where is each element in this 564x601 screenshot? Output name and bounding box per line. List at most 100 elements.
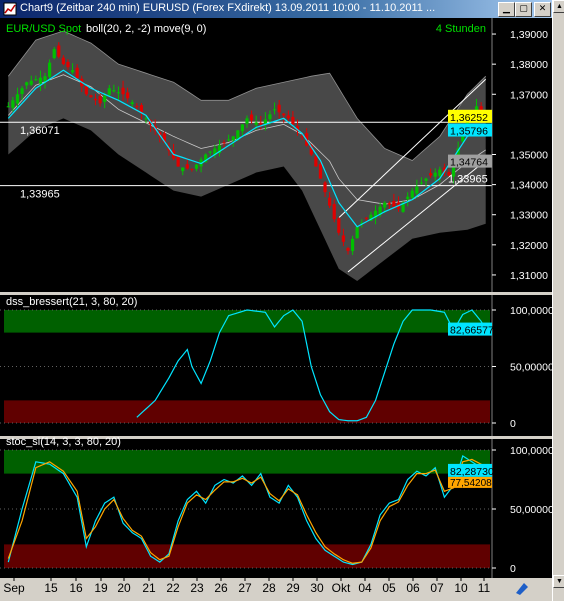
x-axis-bar: Sep 15 16 19 20 21 22 23 26 27 28 29 30 Okt 04 05 06 07 10… <box>0 578 552 596</box>
candle-body <box>43 76 47 82</box>
candle-body <box>15 94 20 104</box>
candle-body <box>323 182 327 193</box>
dss-overbought-zone <box>4 310 490 333</box>
chart-canvas[interactable]: EUR/USD Spot boll(20, 2, -2) move(9, 0) 4 … <box>0 18 560 578</box>
candle-body <box>346 248 350 251</box>
price-tag-last: 1,36252 <box>450 112 488 124</box>
y-tick-label: 1,34000 <box>510 180 548 192</box>
x-tick-label: 23 <box>190 581 204 595</box>
stoc-label: stoc_sl(14, 3, 3, 80, 20) <box>6 436 121 448</box>
candle-body <box>328 197 332 206</box>
candle-body <box>383 202 387 208</box>
candle-body <box>61 57 65 65</box>
dss-y-tick-label: 50,00000 <box>510 362 552 374</box>
candle-body <box>332 204 336 220</box>
scroll-up-icon[interactable]: ▲ <box>553 0 564 13</box>
candle-body <box>415 186 419 194</box>
candle-body <box>314 156 318 167</box>
candle-body <box>277 104 281 113</box>
candle-body <box>387 203 391 205</box>
candle-body <box>286 115 290 119</box>
candle-body <box>57 45 61 57</box>
dss-value-tag: 82,66577 <box>450 325 494 337</box>
candle-body <box>424 178 428 181</box>
title-bar[interactable]: Chart9 (Zeitbar 240 min) EURUSD (Forex F… <box>0 0 552 18</box>
candle-body <box>48 62 52 77</box>
x-tick-label: 05 <box>382 581 396 595</box>
candle-body <box>419 182 424 184</box>
indicator-label: boll(20, 2, -2) move(9, 0) <box>86 23 206 35</box>
candle-body <box>282 113 286 116</box>
stoc-d-value-tag: 77,54208 <box>450 478 492 489</box>
close-icon[interactable]: ✕ <box>534 2 551 17</box>
candle-body <box>300 136 304 138</box>
x-tick-label: 15 <box>44 581 58 595</box>
stoc-oversold-zone <box>4 544 490 568</box>
candle-body <box>355 226 359 239</box>
maximize-icon[interactable]: ▢ <box>515 2 532 17</box>
y-tick-label: 1,33000 <box>510 210 548 222</box>
bottom-strip <box>0 596 552 601</box>
y-tick-label: 1,37000 <box>510 89 548 101</box>
h-line-2-value: 1,33965 <box>20 189 60 201</box>
x-tick-label: Okt <box>332 581 351 595</box>
y-tick-label: 1,35000 <box>510 149 548 161</box>
x-tick-label: 22 <box>166 581 180 595</box>
candle-body <box>135 106 139 108</box>
candle-body <box>112 90 116 92</box>
stoc-overbought-zone <box>4 450 490 474</box>
panel-separator-1 <box>0 292 552 295</box>
candle-body <box>341 235 345 242</box>
candle-body <box>227 139 231 141</box>
candle-body <box>392 201 396 207</box>
candle-body <box>130 102 134 105</box>
y-tick-label: 1,38000 <box>510 59 548 71</box>
minimize-icon[interactable]: ▁ <box>498 2 515 17</box>
candle-body <box>29 80 33 85</box>
x-tick-label: 06 <box>406 581 420 595</box>
candle-body <box>176 156 180 167</box>
price-tag-ma: 1,35796 <box>450 126 488 138</box>
candle-body <box>364 217 368 219</box>
candle-body <box>259 122 263 125</box>
x-tick-label: 29 <box>286 581 300 595</box>
x-tick-label: 21 <box>142 581 156 595</box>
candle-body <box>318 164 323 179</box>
x-tick-label: 19 <box>94 581 108 595</box>
candle-body <box>240 124 245 132</box>
candle-body <box>6 106 10 108</box>
candle-body <box>350 238 355 252</box>
candle-body <box>116 92 121 94</box>
candle-body <box>208 151 212 153</box>
stoc-y-tick-label: 50,00000 <box>510 504 552 516</box>
x-axis-background <box>0 578 552 596</box>
candle-body <box>144 118 148 120</box>
candle-body <box>245 118 249 124</box>
candle-body <box>433 172 437 177</box>
candle-body <box>190 168 194 170</box>
x-tick-label: 27 <box>238 581 252 595</box>
candle-body <box>38 77 43 84</box>
candle-body <box>272 109 277 111</box>
vertical-scrollbar[interactable]: ▲ ▼ <box>552 0 564 601</box>
x-tick-label: 20 <box>117 581 131 595</box>
candle-body <box>410 190 414 198</box>
y-tick-label: 1,31000 <box>510 270 548 282</box>
candle-body <box>181 167 185 172</box>
scroll-down-icon[interactable]: ▼ <box>553 575 564 588</box>
candle-body <box>121 87 125 95</box>
candle-body <box>254 122 258 125</box>
candle-body <box>268 114 272 120</box>
candle-body <box>263 119 267 124</box>
chart-area[interactable]: EUR/USD Spot boll(20, 2, -2) move(9, 0) 4 … <box>0 18 560 578</box>
candle-body <box>139 105 144 113</box>
candle-body <box>52 49 56 59</box>
candle-body <box>438 169 442 176</box>
x-tick-label: Sep <box>3 581 25 595</box>
instrument-label: EUR/USD Spot <box>6 23 81 35</box>
chart-app-icon <box>3 2 17 16</box>
h-line-2-right-label: 1,33965 <box>448 174 488 186</box>
candle-body <box>75 67 79 79</box>
x-tick-label: 10 <box>454 581 468 595</box>
candle-body <box>249 114 254 121</box>
